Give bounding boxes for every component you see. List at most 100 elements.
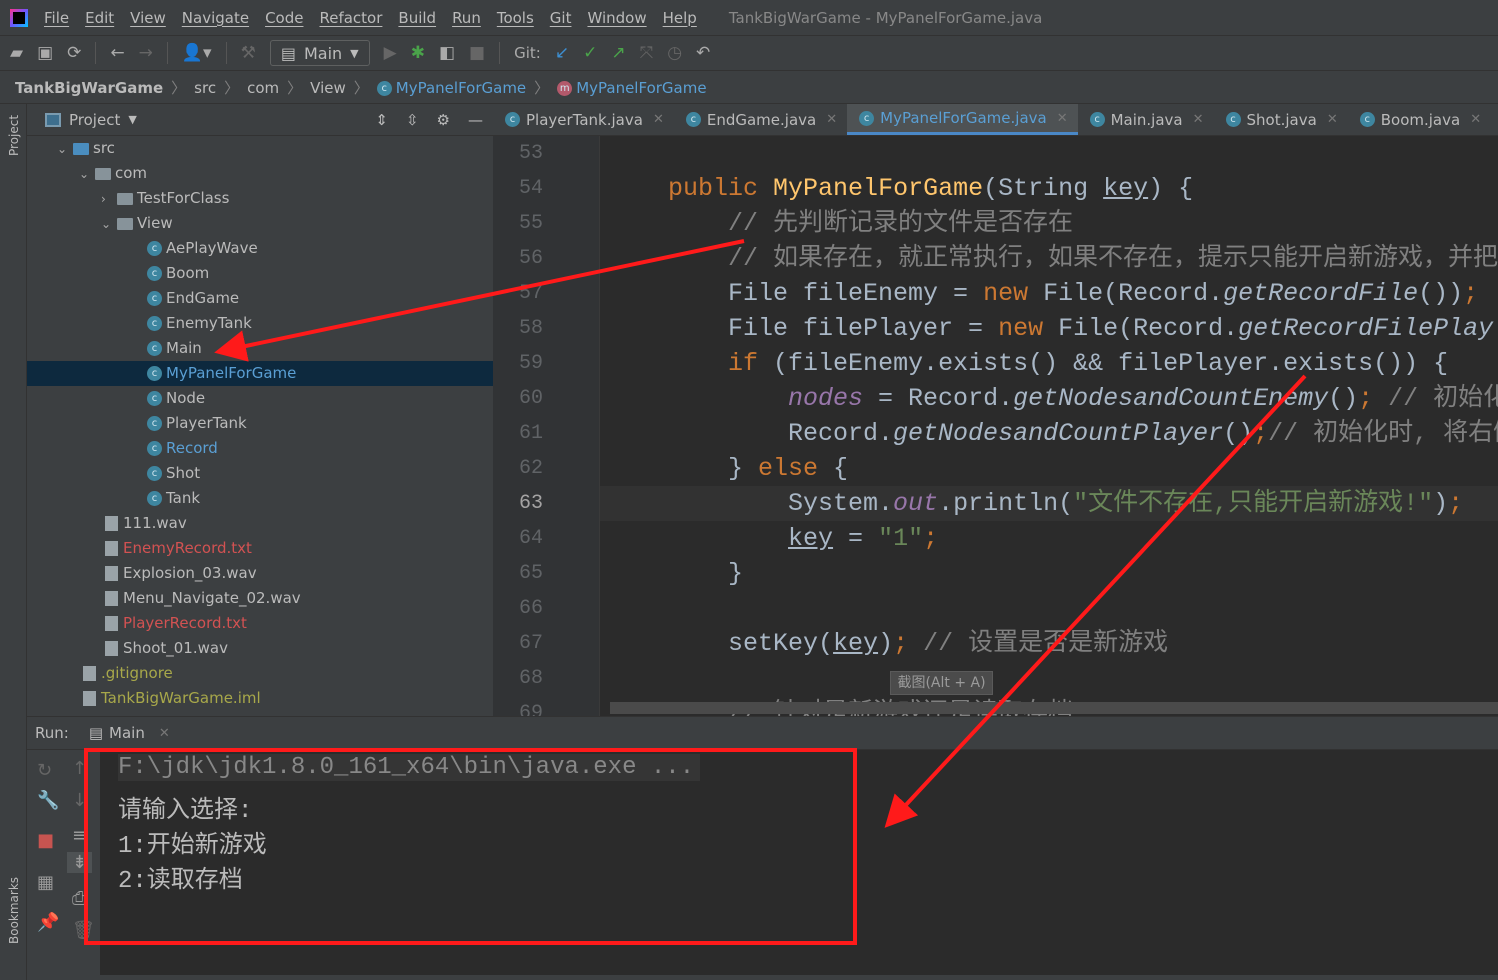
menu-refactor[interactable]: Refactor: [319, 9, 382, 27]
editor-tab[interactable]: c MyPanelForGame.java ✕: [847, 104, 1078, 135]
close-icon[interactable]: ✕: [1470, 112, 1481, 127]
tree-item[interactable]: ⌄ com: [27, 161, 493, 186]
tree-item[interactable]: c EnemyTank: [27, 311, 493, 336]
save-icon[interactable]: ▣: [37, 43, 53, 63]
close-icon[interactable]: ✕: [1327, 112, 1338, 127]
build-hammer-icon[interactable]: ⚒: [241, 43, 256, 63]
tree-item[interactable]: c Node: [27, 386, 493, 411]
gear-icon[interactable]: ⚙: [437, 111, 450, 129]
tree-item[interactable]: EnemyRecord.txt: [27, 536, 493, 561]
tree-item[interactable]: PlayerRecord.txt: [27, 611, 493, 636]
tree-item[interactable]: ⌄ View: [27, 211, 493, 236]
chevron-right-icon[interactable]: ›: [101, 187, 117, 212]
git-push-icon[interactable]: ↗: [611, 43, 625, 63]
tree-item[interactable]: c AePlayWave: [27, 236, 493, 261]
breadcrumb-com[interactable]: com: [247, 79, 279, 97]
chevron-down-icon[interactable]: ⌄: [79, 162, 95, 187]
chevron-down-icon[interactable]: ⌄: [101, 212, 117, 237]
coverage-icon[interactable]: ◧: [439, 43, 455, 63]
soft-wrap-icon[interactable]: ≡: [72, 825, 87, 846]
git-merge-icon[interactable]: ⤧: [640, 43, 654, 63]
menu-tools[interactable]: Tools: [497, 9, 534, 27]
close-icon[interactable]: ✕: [653, 112, 664, 127]
sync-icon[interactable]: ⟳: [67, 43, 81, 63]
chevron-down-icon[interactable]: ▼: [128, 113, 136, 126]
horizontal-scrollbar[interactable]: [610, 702, 1498, 714]
close-icon[interactable]: ✕: [1193, 112, 1204, 127]
back-icon[interactable]: ←: [110, 43, 124, 63]
user-icon[interactable]: 👤▾: [182, 43, 212, 63]
editor-tab[interactable]: c Shot.java ✕: [1214, 104, 1348, 135]
print-icon[interactable]: ⎙: [72, 888, 86, 909]
trash-icon[interactable]: 🗑: [72, 920, 95, 941]
tree-item[interactable]: c PlayerTank: [27, 411, 493, 436]
rerun-icon[interactable]: ↻: [37, 760, 52, 781]
menu-build[interactable]: Build: [398, 9, 436, 27]
tree-item[interactable]: c EndGame: [27, 286, 493, 311]
tree-item[interactable]: c Main: [27, 336, 493, 361]
history-icon[interactable]: ◷: [667, 43, 682, 63]
menu-navigate[interactable]: Navigate: [182, 9, 249, 27]
run-tab-main[interactable]: ▤ Main ✕: [89, 724, 170, 742]
breadcrumb-view[interactable]: View: [310, 79, 346, 97]
tree-item[interactable]: c Boom: [27, 261, 493, 286]
close-icon[interactable]: ✕: [159, 726, 170, 741]
tree-item[interactable]: c Record: [27, 436, 493, 461]
breadcrumb-project[interactable]: TankBigWarGame: [15, 79, 163, 97]
tree-item[interactable]: Menu_Navigate_02.wav: [27, 586, 493, 611]
bookmarks-tool-button[interactable]: Bookmarks: [7, 877, 21, 944]
menu-help[interactable]: Help: [663, 9, 697, 27]
pin-icon[interactable]: 📌: [37, 912, 59, 933]
run-config-select[interactable]: ▤ Main ▼: [269, 40, 370, 66]
open-folder-icon[interactable]: ▰: [10, 43, 23, 63]
project-tool-button[interactable]: Project: [7, 115, 21, 156]
menu-window[interactable]: Window: [587, 9, 646, 27]
hide-icon[interactable]: —: [468, 111, 483, 129]
tree-item[interactable]: TankBigWarGame.iml: [27, 686, 493, 711]
editor-tab[interactable]: cR: [1491, 104, 1498, 135]
up-icon[interactable]: ↑: [72, 758, 87, 779]
tree-item[interactable]: .gitignore: [27, 661, 493, 686]
tree-item[interactable]: Shoot_01.wav: [27, 636, 493, 661]
breadcrumb-src[interactable]: src: [194, 79, 216, 97]
code-editor[interactable]: 53 54 55 56 57 58 59 60 61 62 63 64 65 66 67 68 69 publi…: [493, 136, 1498, 716]
tree-item[interactable]: › TestForClass: [27, 186, 493, 211]
expand-all-icon[interactable]: ⇕: [375, 111, 388, 129]
git-update-icon[interactable]: ↙: [555, 43, 569, 63]
project-view-select[interactable]: Project: [69, 111, 120, 129]
git-commit-icon[interactable]: ✓: [583, 43, 597, 63]
menu-code[interactable]: Code: [265, 9, 303, 27]
tree-item[interactable]: c Shot: [27, 461, 493, 486]
editor-tab[interactable]: c Boom.java ✕: [1348, 104, 1491, 135]
scroll-to-end-icon[interactable]: ⇟: [67, 852, 93, 873]
close-icon[interactable]: ✕: [1057, 111, 1068, 126]
editor-tab[interactable]: c EndGame.java ✕: [674, 104, 847, 135]
debug-icon[interactable]: ✱: [411, 43, 425, 63]
close-icon[interactable]: ✕: [826, 112, 837, 127]
menu-run[interactable]: Run: [452, 9, 481, 27]
down-icon[interactable]: ↓: [72, 790, 87, 811]
tree-item[interactable]: c Tank: [27, 486, 493, 511]
chevron-down-icon[interactable]: ⌄: [57, 137, 73, 162]
layout-icon[interactable]: ▦: [37, 872, 54, 893]
collapse-all-icon[interactable]: ⇳: [406, 111, 419, 129]
breadcrumb-method[interactable]: m MyPanelForGame: [557, 79, 707, 97]
breadcrumb-class[interactable]: c MyPanelForGame: [376, 79, 526, 97]
stop-icon[interactable]: ■: [37, 830, 54, 851]
menu-edit[interactable]: Edit: [85, 9, 114, 27]
menu-git[interactable]: Git: [550, 9, 572, 27]
run-icon[interactable]: ▶: [384, 43, 397, 63]
tree-item[interactable]: 111.wav: [27, 511, 493, 536]
stop-icon[interactable]: ■: [469, 43, 485, 63]
console-output[interactable]: F:\jdk\jdk1.8.0_161_x64\bin\java.exe ...…: [100, 750, 1498, 975]
editor-tab[interactable]: c PlayerTank.java ✕: [493, 104, 674, 135]
menu-file[interactable]: File: [44, 9, 69, 27]
wrench-icon[interactable]: 🔧: [37, 790, 59, 811]
tree-item[interactable]: c MyPanelForGame: [27, 361, 493, 386]
tree-item[interactable]: Explosion_03.wav: [27, 561, 493, 586]
forward-icon[interactable]: →: [139, 43, 153, 63]
editor-tab[interactable]: c Main.java ✕: [1078, 104, 1214, 135]
menu-view[interactable]: View: [130, 9, 166, 27]
tree-item[interactable]: ⌄ src: [27, 136, 493, 161]
rollback-icon[interactable]: ↶: [696, 43, 710, 63]
